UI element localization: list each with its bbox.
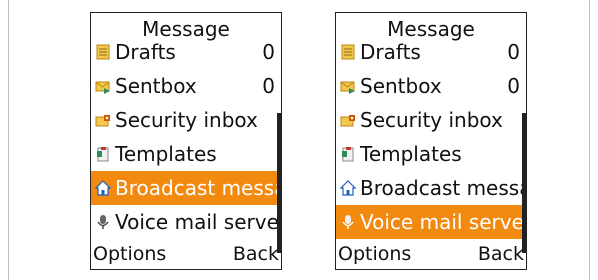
message-menu-list: Drafts 0 Sentbox 0 Security inbox Templa…: [336, 35, 526, 239]
menu-item-count: 0: [507, 74, 520, 98]
menu-item-label: Sentbox: [360, 74, 442, 98]
menu-item-security-inbox[interactable]: Security inbox: [336, 103, 526, 137]
voicemail-icon: [342, 215, 354, 229]
options-softkey[interactable]: Options: [338, 239, 411, 269]
security-inbox-icon: [340, 115, 355, 127]
menu-item-sentbox[interactable]: Sentbox 0: [336, 69, 526, 103]
menu-item-label: Templates: [360, 142, 462, 166]
menu-item-voice-mail-server[interactable]: Voice mail server: [336, 205, 526, 239]
menu-item-broadcast-message[interactable]: Broadcast messa: [336, 171, 526, 205]
menu-item-label: Drafts: [360, 40, 421, 64]
templates-icon: [342, 147, 354, 162]
menu-item-label: Templates: [115, 142, 217, 166]
menu-item-drafts[interactable]: Drafts 0: [336, 35, 526, 69]
templates-icon: [97, 147, 109, 162]
back-softkey[interactable]: Back: [233, 239, 279, 269]
menu-item-label: Security inbox: [360, 108, 503, 132]
voicemail-icon: [97, 215, 109, 229]
security-inbox-icon: [95, 115, 110, 127]
message-menu-list: Drafts 0 Sentbox 0 Security inbox Templa…: [91, 35, 281, 239]
back-softkey[interactable]: Back: [478, 239, 524, 269]
menu-item-templates[interactable]: Templates: [336, 137, 526, 171]
menu-item-label: Broadcast messa: [360, 176, 526, 200]
sentbox-icon: [340, 81, 355, 94]
right-divider: [589, 0, 590, 280]
menu-item-label: Voice mail server: [360, 210, 526, 234]
phone-screen-1: Message Drafts 0 Sentbox 0 Security inbo…: [90, 12, 282, 270]
menu-item-label: Security inbox: [115, 108, 258, 132]
menu-item-broadcast-message[interactable]: Broadcast messa: [91, 171, 281, 205]
options-softkey[interactable]: Options: [93, 239, 166, 269]
scrollbar[interactable]: [277, 113, 281, 253]
menu-item-label: Broadcast messa: [115, 176, 281, 200]
menu-item-security-inbox[interactable]: Security inbox: [91, 103, 281, 137]
softkey-bar: Options Back: [336, 239, 526, 269]
menu-item-count: 0: [507, 40, 520, 64]
menu-item-sentbox[interactable]: Sentbox 0: [91, 69, 281, 103]
left-divider: [8, 0, 9, 280]
menu-item-templates[interactable]: Templates: [91, 137, 281, 171]
sentbox-icon: [95, 81, 110, 94]
drafts-icon: [96, 44, 110, 60]
broadcast-home-icon: [340, 180, 356, 196]
menu-item-voice-mail-server[interactable]: Voice mail server: [91, 205, 281, 239]
menu-item-label: Sentbox: [115, 74, 197, 98]
drafts-icon: [341, 44, 355, 60]
softkey-bar: Options Back: [91, 239, 281, 269]
menu-item-label: Drafts: [115, 40, 176, 64]
menu-item-drafts[interactable]: Drafts 0: [91, 35, 281, 69]
menu-item-label: Voice mail server: [115, 210, 281, 234]
menu-item-count: 0: [262, 40, 275, 64]
scrollbar[interactable]: [522, 113, 526, 253]
phone-screen-2: Message Drafts 0 Sentbox 0 Security inbo…: [335, 12, 527, 270]
broadcast-home-icon: [95, 180, 111, 196]
menu-item-count: 0: [262, 74, 275, 98]
